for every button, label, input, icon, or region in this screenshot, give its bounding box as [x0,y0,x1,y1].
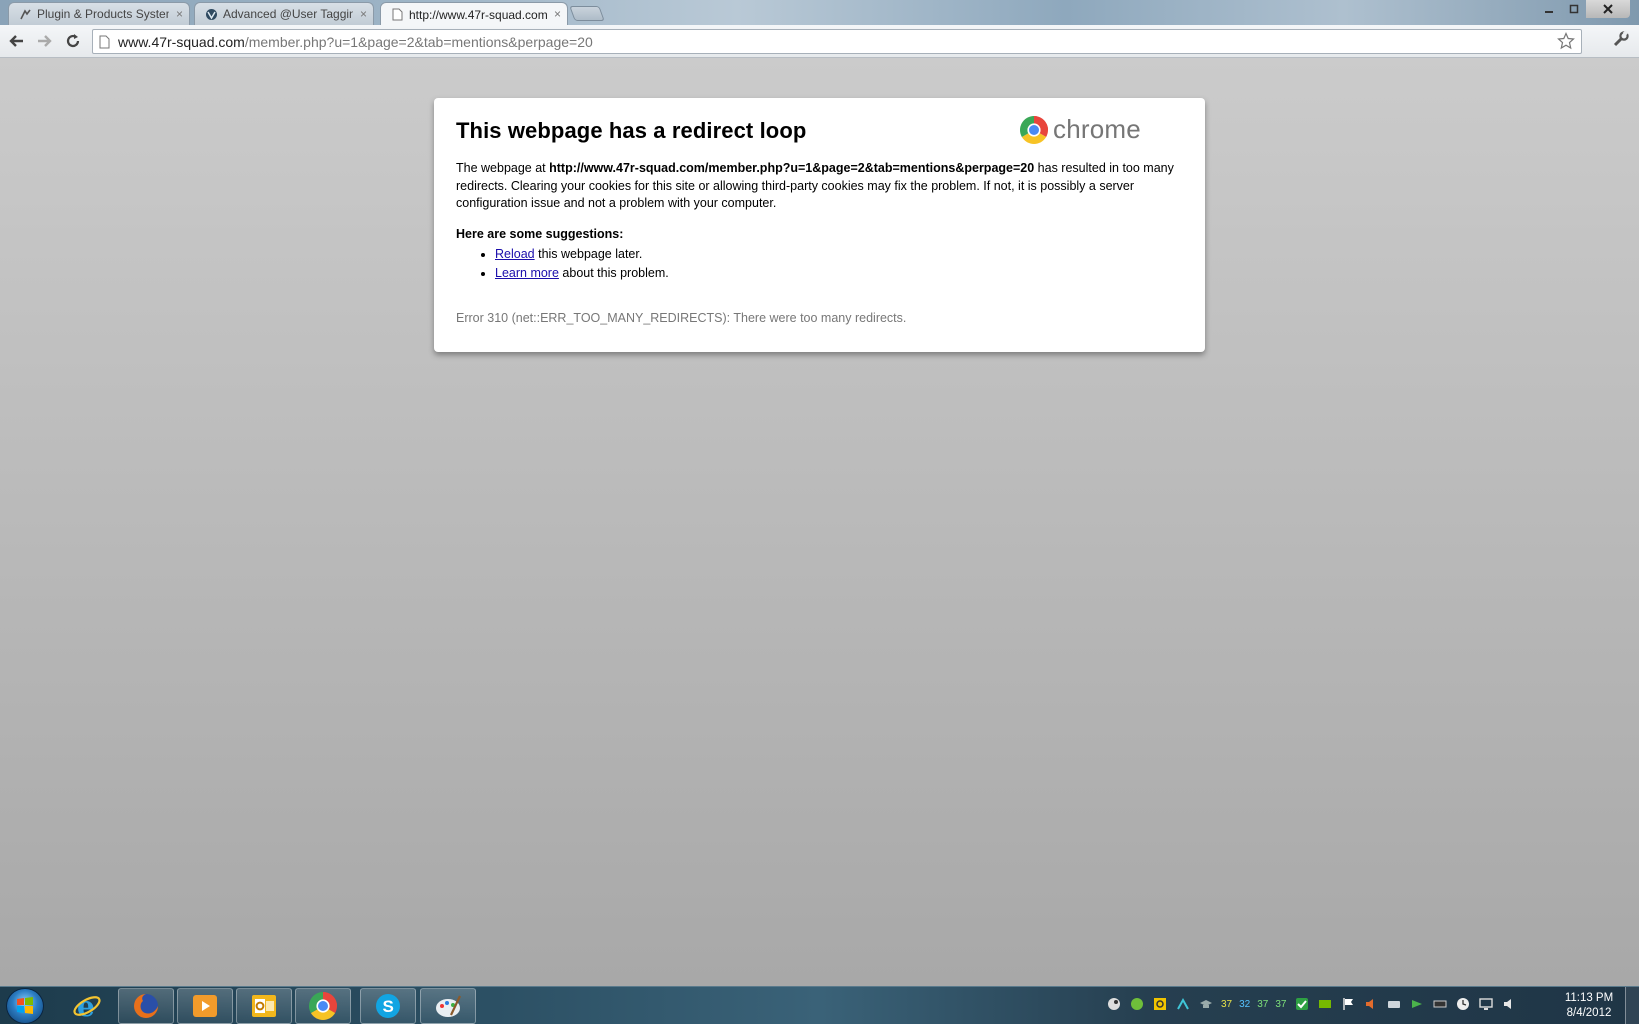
suggestions-heading: Here are some suggestions: [456,226,624,241]
firefox-icon [134,994,158,1018]
tab-47r-squad[interactable]: http://www.47r-squad.com × [380,2,568,26]
steam-icon[interactable] [1106,996,1122,1012]
norton-icon[interactable] [1152,996,1168,1012]
nvidia-icon[interactable] [1317,996,1333,1012]
chrome-button[interactable] [295,988,351,1024]
system-tray: 37 32 37 37 [1106,996,1517,1012]
new-tab-button[interactable] [569,6,605,21]
keyboard-icon[interactable] [1432,996,1448,1012]
wrench-menu-icon[interactable] [1612,30,1630,53]
suggestion-text: about this problem. [558,266,669,280]
flag-icon[interactable] [1340,996,1356,1012]
minimize-icon[interactable] [1536,0,1561,18]
list-item: Learn more about this problem. [495,264,1185,284]
tray-temperature[interactable]: 37 [1221,999,1232,1010]
firefox-button[interactable] [118,988,174,1024]
media-player-icon [193,995,217,1017]
tab-close-icon[interactable]: × [360,7,367,21]
svg-text:e: e [77,991,95,1021]
maximize-icon[interactable] [1561,0,1586,18]
back-button[interactable] [6,30,28,52]
internet-explorer-button[interactable]: e [59,988,115,1024]
url-path: /member.php?u=1&page=2&tab=mentions&perp… [244,33,593,50]
internet-explorer-icon: e [73,991,101,1021]
window-controls [1536,0,1630,18]
desc-prefix: The webpage at [456,161,550,175]
tray-temperature[interactable]: 32 [1239,999,1250,1010]
page-content: This webpage has a redirect loop chrome … [0,58,1639,986]
tab-close-icon[interactable]: × [554,7,561,21]
reload-button[interactable] [62,30,84,52]
clock-icon[interactable] [1455,996,1471,1012]
address-bar[interactable]: www.47r-squad.com/member.php?u=1&page=2&… [92,29,1582,54]
suggestion-text: this webpage later. [534,246,643,261]
error-code: Error 310 (net::ERR_TOO_MANY_REDIRECTS):… [456,310,907,325]
tab-label: http://www.47r-squad.com [409,7,547,22]
drive-icon[interactable] [1386,996,1402,1012]
desc-url: http://www.47r-squad.com/member.php?u=1&… [549,161,1035,175]
tray-temperature[interactable]: 37 [1275,999,1286,1010]
play-arrow-icon[interactable] [1409,996,1425,1012]
network-monitor-icon[interactable] [1175,996,1191,1012]
page-icon [391,8,404,21]
learn-more-link[interactable]: Learn more [495,266,559,280]
paint-button[interactable] [420,988,476,1024]
mute-icon[interactable] [1363,996,1379,1012]
chrome-icon [309,992,337,1020]
tray-temperature[interactable]: 37 [1257,999,1268,1010]
outlook-icon [252,995,276,1017]
url-host: www.47r-squad.com [118,33,245,50]
skype-icon: S [376,994,400,1018]
tab-plugin-products[interactable]: Plugin & Products System × [8,2,190,25]
skype-button[interactable]: S [360,988,416,1024]
show-desktop-button[interactable] [1625,987,1639,1024]
plugin-icon [19,8,32,21]
tab-label: Advanced @User Tagging [223,7,353,21]
back-arrow-icon [9,35,23,47]
list-item: Reload this webpage later. [495,245,1185,265]
windows-logo-icon [17,997,33,1014]
chrome-logo-icon [1020,115,1048,144]
media-player-button[interactable] [177,988,233,1024]
graduation-cap-icon[interactable] [1198,996,1214,1012]
clock-date: 8/4/2012 [1566,1007,1612,1019]
clock-time: 11:13 PM [1564,992,1614,1004]
volume-icon[interactable] [1501,996,1517,1012]
checkmark-icon[interactable] [1294,996,1310,1012]
forward-button[interactable] [33,30,55,52]
chrome-wordmark: chrome [1053,114,1141,144]
tab-close-icon[interactable]: × [176,7,183,21]
error-description: The webpage at http://www.47r-squad.com/… [456,160,1188,213]
chrome-logo: chrome [1019,114,1141,145]
svg-text:S: S [383,997,394,1016]
tab-label: Plugin & Products System [37,7,169,21]
vbulletin-icon [205,8,218,21]
page-icon [99,35,110,49]
reload-link[interactable]: Reload [495,247,535,261]
suggestions-list: Reload this webpage later. Learn more ab… [495,245,1185,284]
evernote-icon[interactable] [1129,996,1145,1012]
taskbar: e S 37 32 37 37 11:13 PM 8/4/2012 [0,986,1639,1024]
tab-advanced-user-tagging[interactable]: Advanced @User Tagging × [194,2,374,25]
outlook-button[interactable] [236,988,292,1024]
display-icon[interactable] [1478,996,1494,1012]
close-window-icon[interactable] [1586,0,1630,18]
forward-arrow-icon [38,35,52,47]
bookmark-star-icon[interactable] [1557,32,1575,53]
title-bar: Plugin & Products System × Advanced @Use… [0,0,1639,26]
error-card: This webpage has a redirect loop chrome … [434,98,1205,352]
reload-icon [66,34,80,48]
paint-icon [436,995,461,1017]
browser-toolbar: www.47r-squad.com/member.php?u=1&page=2&… [0,25,1639,58]
taskbar-clock[interactable]: 11:13 PM 8/4/2012 [1560,991,1618,1021]
start-button[interactable] [6,988,44,1024]
